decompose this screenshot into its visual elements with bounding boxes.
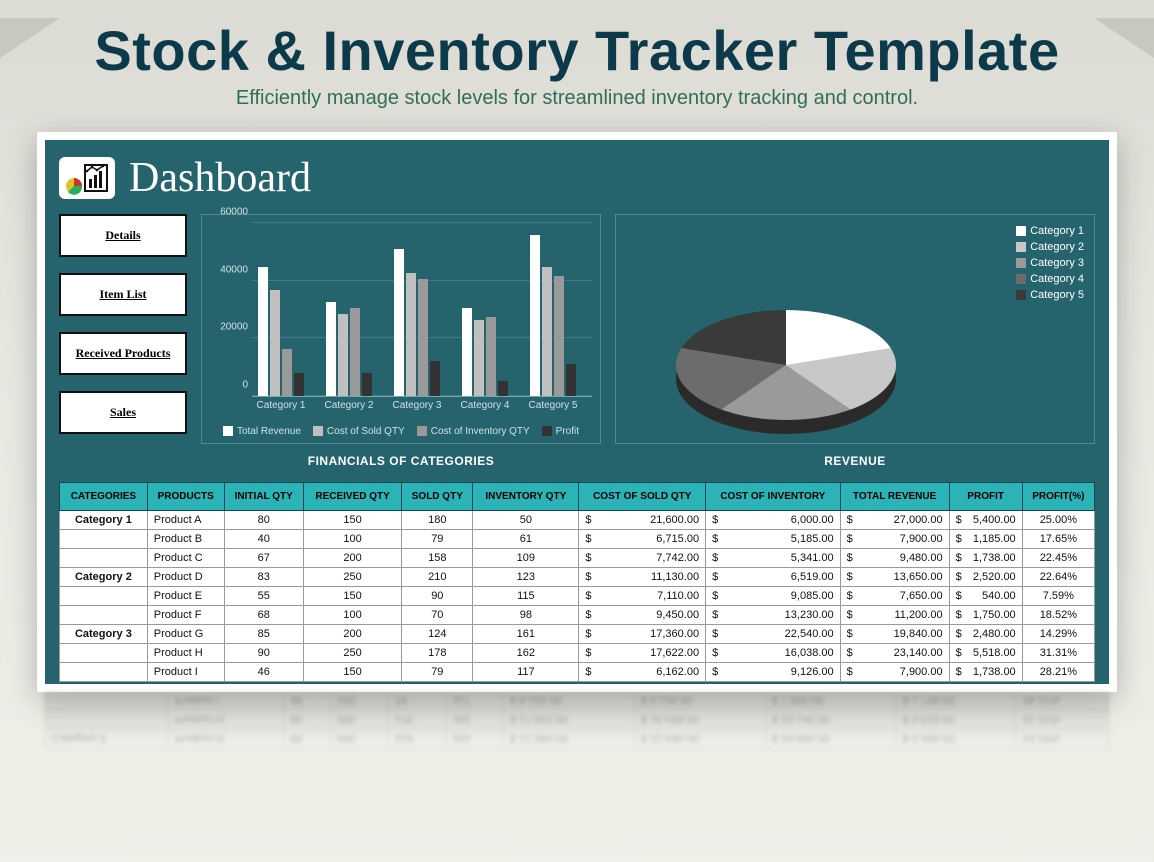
table-header: PRODUCTS [147,483,224,511]
sidebar-btn-item-list[interactable]: Item List [59,273,187,316]
table-header: INVENTORY QTY [473,483,579,511]
dashboard-logo-icon [59,157,115,199]
sidebar: Details Item List Received Products Sale… [59,214,187,482]
page-title: Stock & Inventory Tracker Template [0,18,1154,83]
table-header: PROFIT(%) [1022,483,1094,511]
bar-chart-legend: Total Revenue Cost of Sold QTY Cost of I… [202,426,600,437]
table-header: INITIAL QTY [224,483,303,511]
bar-chart: 0200004000060000Category 1Category 2Cate… [201,214,601,444]
table-header: CATEGORIES [60,483,148,511]
dashboard-title: Dashboard [129,154,311,202]
table-row: Product C67200158109$7,742.00$5,341.00$9… [60,549,1095,568]
sidebar-btn-sales[interactable]: Sales [59,391,187,434]
pie-chart-legend: Category 1 Category 2 Category 3 Categor… [1016,225,1084,305]
table-header: COST OF INVENTORY [706,483,841,511]
table-header: PROFIT [949,483,1022,511]
table-row: Category 3Product G85200124161$17,360.00… [60,625,1095,644]
table-header: COST OF SOLD QTY [579,483,706,511]
table-row: Product I4615079117$6,162.00$9,126.00$7,… [60,663,1095,682]
page-subtitle: Efficiently manage stock levels for stre… [0,87,1154,110]
table-row: Category 2Product D83250210123$11,130.00… [60,568,1095,587]
table-row: Product B401007961$6,715.00$5,185.00$7,9… [60,530,1095,549]
table-row: Product F681007098$9,450.00$13,230.00$11… [60,606,1095,625]
table-row: Product E5515090115$7,110.00$9,085.00$7,… [60,587,1095,606]
template-frame: Dashboard Details Item List Received Pro… [37,132,1117,692]
table-row: Category 1Product A8015018050$21,600.00$… [60,511,1095,530]
table-header: SOLD QTY [402,483,473,511]
table-header: RECEIVED QTY [303,483,401,511]
dashboard-panel: Dashboard Details Item List Received Pro… [45,140,1109,684]
table-row: Product H90250178162$17,622.00$16,038.00… [60,644,1095,663]
bar-chart-caption: FINANCIALS OF CATEGORIES [201,454,601,468]
data-table: CATEGORIESPRODUCTSINITIAL QTYRECEIVED QT… [59,482,1095,682]
table-header: TOTAL REVENUE [840,483,949,511]
sidebar-btn-details[interactable]: Details [59,214,187,257]
reflection-effect: Category 3Product G85200124161$ 17,360.0… [45,692,1109,748]
sidebar-btn-received-products[interactable]: Received Products [59,332,187,375]
pie-chart-graphic [676,255,896,475]
pie-chart: Category 1 Category 2 Category 3 Categor… [615,214,1095,444]
